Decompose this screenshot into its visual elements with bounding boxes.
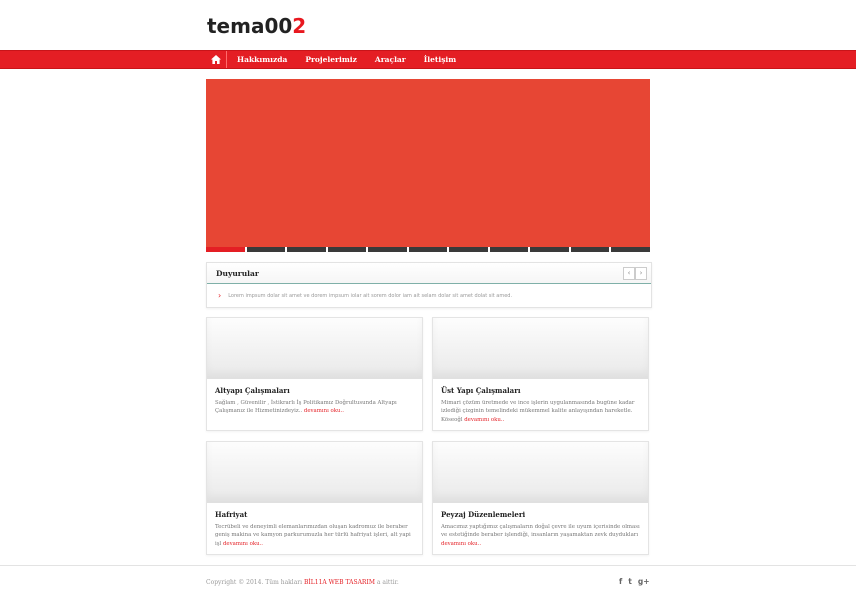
card-image[interactable]	[433, 318, 648, 379]
card-text: Amacımız yaptığımız çalışmaların doğal ç…	[441, 524, 640, 539]
nav-home-button[interactable]	[206, 51, 227, 68]
service-card-hafriyat: Hafriyat Tecrübeli ve deneyimli elemanla…	[206, 441, 423, 555]
announcement-text: Lorem impsum dolar sit amet ve dorem imp…	[228, 292, 513, 299]
slider-dot[interactable]	[489, 247, 529, 252]
card-image[interactable]	[433, 442, 648, 503]
card-description: Tecrübeli ve deneyimli elemanlarımızdan …	[215, 523, 415, 548]
service-card-ust-yapi: Üst Yapı Çalışmaları Mimari çözüm üretme…	[432, 317, 649, 431]
site-logo[interactable]: tema002	[207, 14, 306, 38]
service-card-peyzaj: Peyzaj Düzenlemeleri Amacımız yaptığımız…	[432, 441, 649, 555]
announcements-title: Duyurular	[216, 269, 259, 278]
slider-dot[interactable]	[570, 247, 610, 252]
twitter-icon[interactable]: t	[628, 577, 632, 586]
nav-menu: Hakkımızda Projelerimiz Araçlar İletişim	[206, 51, 464, 68]
announcements-header: Duyurular ‹ ›	[207, 263, 651, 284]
hero-slider[interactable]	[206, 79, 650, 247]
nav-item-projelerimiz[interactable]: Projelerimiz	[305, 55, 357, 64]
nav-item-iletisim[interactable]: İletişim	[424, 55, 456, 64]
google-plus-icon[interactable]: g+	[638, 577, 650, 586]
main-navbar: Hakkımızda Projelerimiz Araçlar İletişim	[0, 50, 856, 69]
announcements-next-button[interactable]: ›	[635, 267, 647, 280]
slider-dot[interactable]	[327, 247, 367, 252]
card-title[interactable]: Altyapı Çalışmaları	[215, 386, 290, 395]
slider-dot[interactable]	[287, 247, 326, 252]
card-description: Sağlam , Güvenilir , İstikrarlı İş Polit…	[215, 399, 415, 416]
slider-dot[interactable]	[408, 247, 448, 252]
read-more-link[interactable]: devamını oku..	[304, 408, 344, 414]
slider-dot[interactable]	[368, 247, 407, 252]
chevron-right-icon: ›	[218, 291, 222, 300]
nav-item-hakkimizda[interactable]: Hakkımızda	[237, 55, 287, 64]
card-image[interactable]	[207, 318, 422, 379]
copyright-text: Copyright © 2014. Tüm hakları BİL11A WEB…	[206, 579, 399, 586]
copyright-prefix: Copyright © 2014. Tüm hakları	[206, 579, 303, 586]
card-title[interactable]: Hafriyat	[215, 510, 247, 519]
logo-accent: 2	[292, 14, 307, 38]
social-links: f t g+	[619, 577, 650, 586]
card-description: Amacımız yaptığımız çalışmaların doğal ç…	[441, 523, 641, 548]
announcements-nav: ‹ ›	[623, 267, 647, 280]
read-more-link[interactable]: devamını oku..	[441, 541, 481, 547]
card-title[interactable]: Peyzaj Düzenlemeleri	[441, 510, 525, 519]
home-icon	[211, 55, 221, 64]
nav-item-araclar[interactable]: Araçlar	[375, 55, 406, 64]
slider-dot[interactable]	[530, 247, 569, 252]
announcements-prev-button[interactable]: ‹	[623, 267, 635, 280]
slider-pagination	[206, 247, 651, 252]
logo-text: tema00	[207, 14, 293, 38]
slider-dot[interactable]	[611, 247, 651, 252]
read-more-link[interactable]: devamını oku..	[223, 541, 263, 547]
footer-brand-link[interactable]: BİL11A WEB TASARIM	[304, 579, 375, 586]
site-footer: Copyright © 2014. Tüm hakları BİL11A WEB…	[0, 565, 856, 600]
card-description: Mimari çözüm üretmede ve ince işlerin uy…	[441, 399, 641, 424]
copyright-suffix: a aittir.	[376, 579, 399, 586]
service-card-altyapi: Altyapı Çalışmaları Sağlam , Güvenilir ,…	[206, 317, 423, 431]
slider-dot[interactable]	[246, 247, 286, 252]
slider-dot[interactable]	[449, 247, 488, 252]
facebook-icon[interactable]: f	[619, 577, 622, 586]
card-title[interactable]: Üst Yapı Çalışmaları	[441, 386, 521, 395]
card-image[interactable]	[207, 442, 422, 503]
slider-dot[interactable]	[206, 247, 245, 252]
announcement-item[interactable]: › Lorem impsum dolar sit amet ve dorem i…	[218, 291, 512, 300]
read-more-link[interactable]: devamını oku..	[464, 417, 504, 423]
announcements-panel: Duyurular ‹ › › Lorem impsum dolar sit a…	[206, 262, 652, 308]
